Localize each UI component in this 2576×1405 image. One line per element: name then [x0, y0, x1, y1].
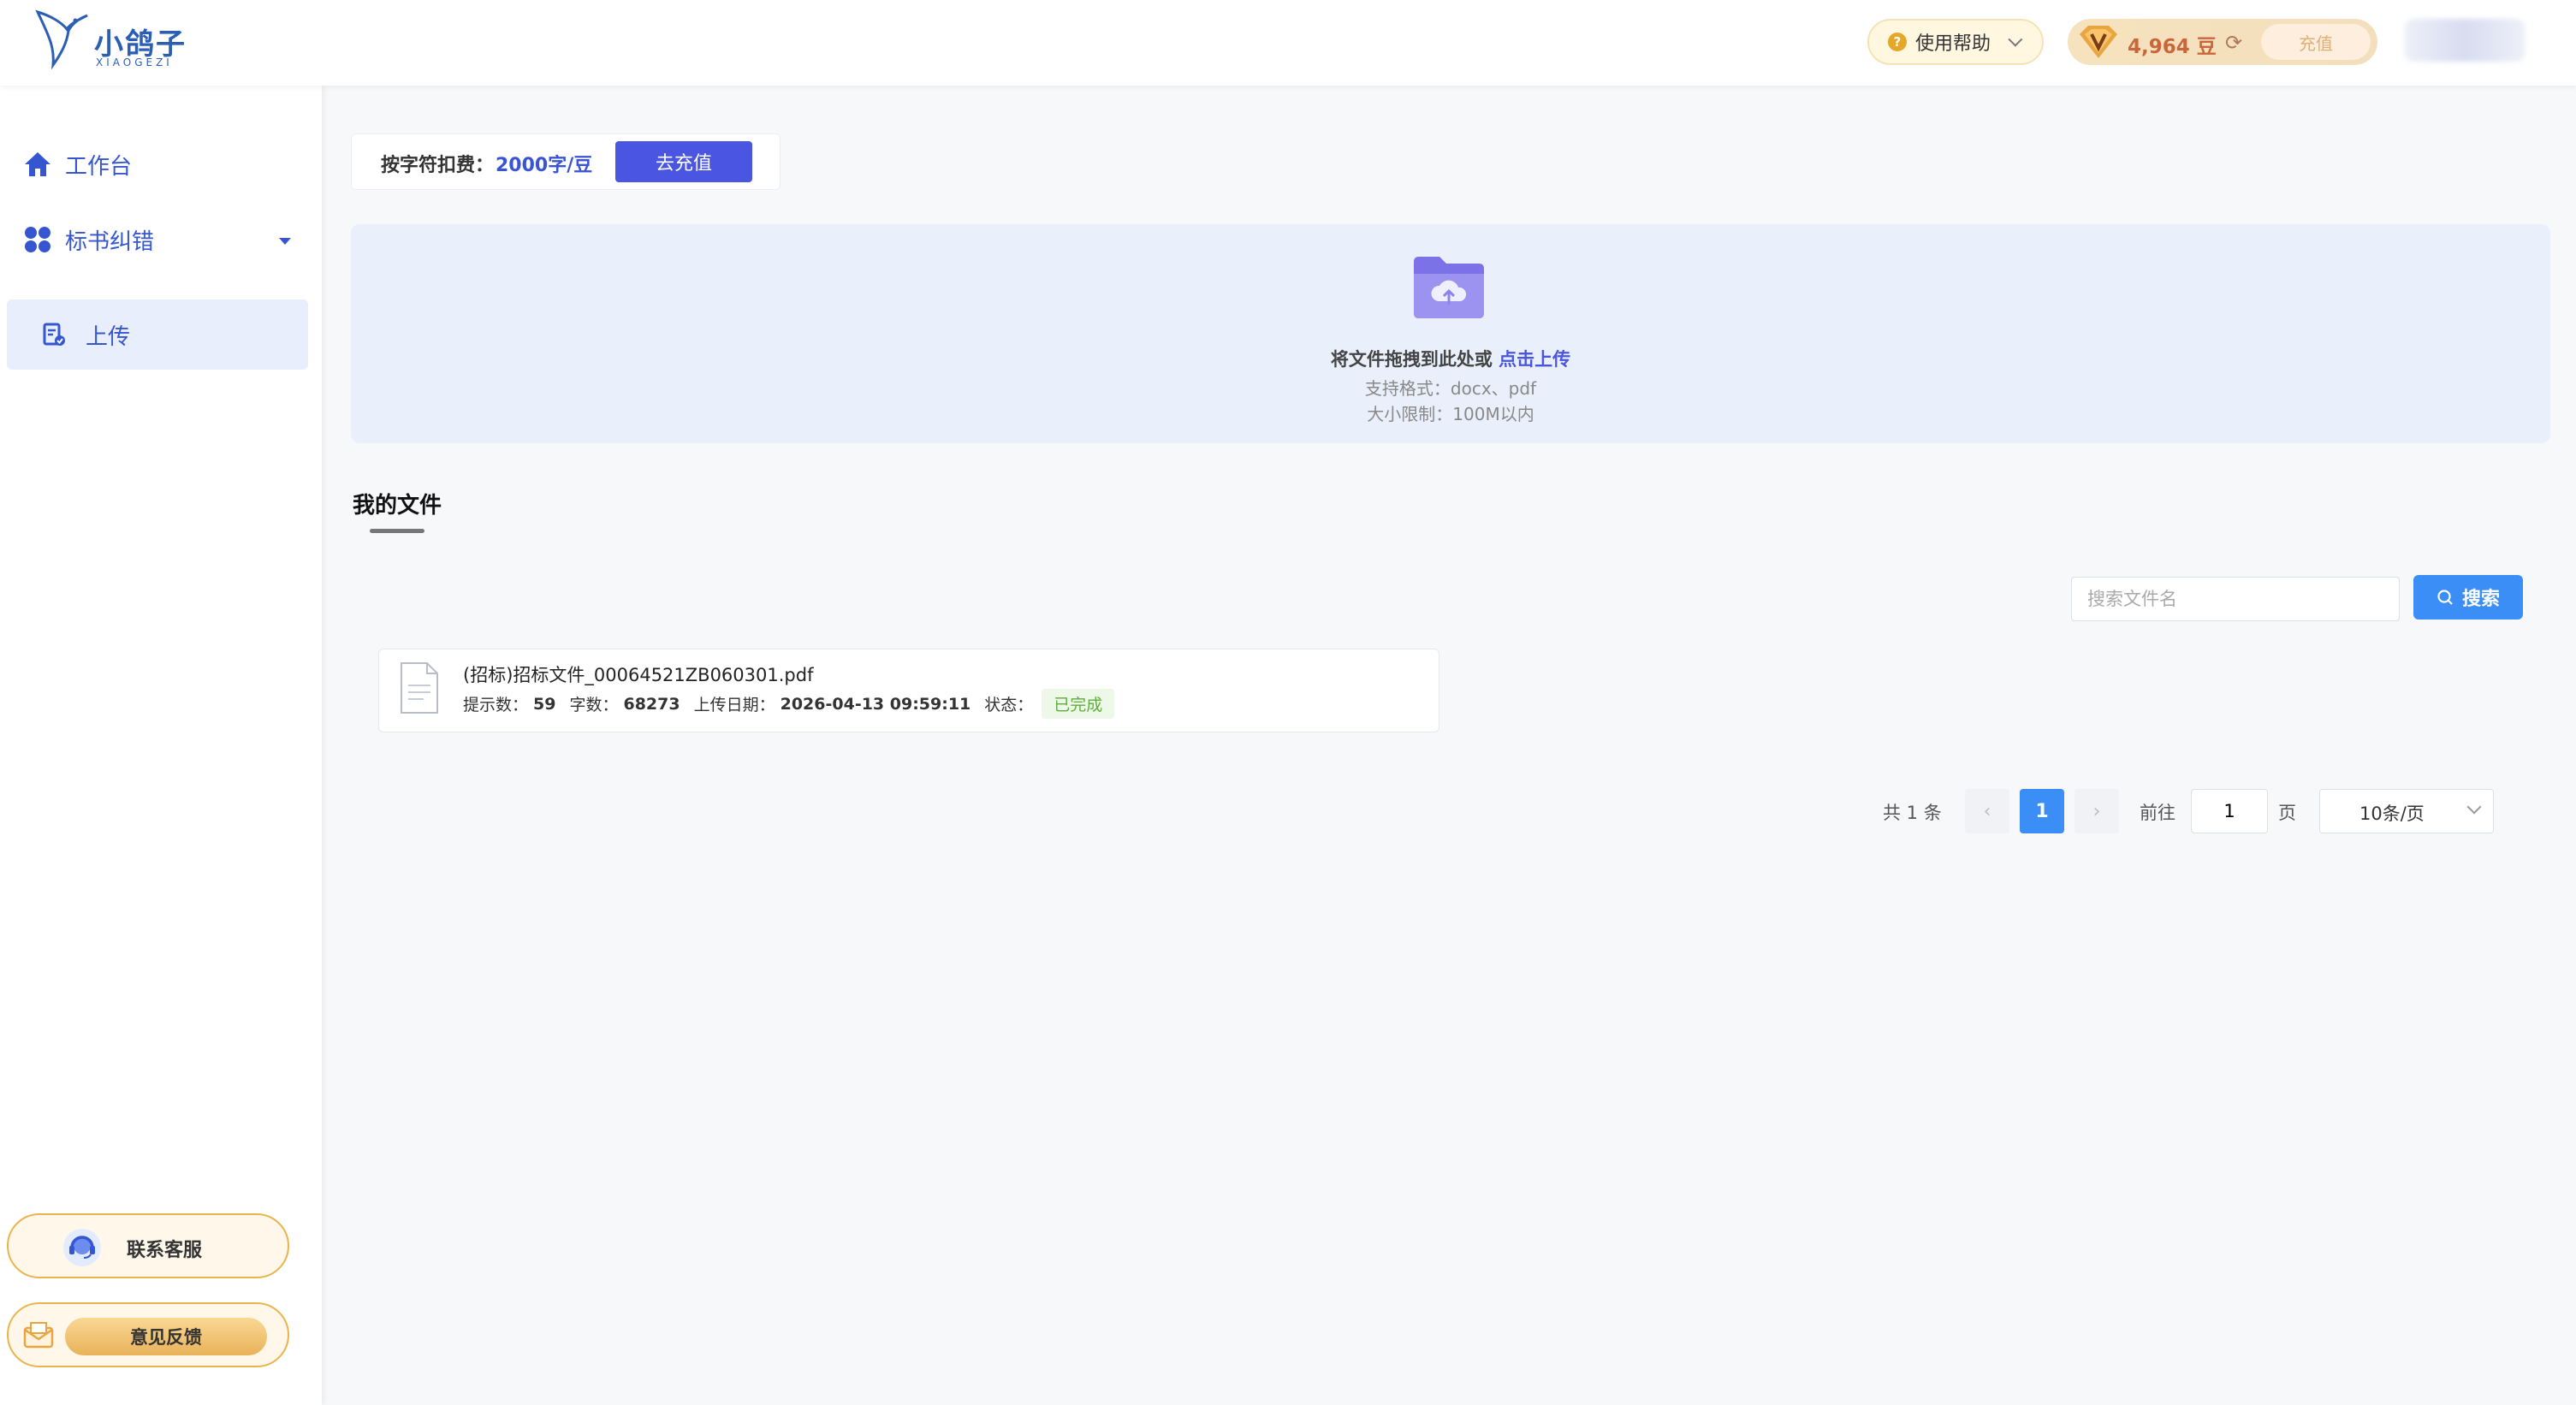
- sidebar-item-label: 上传: [86, 323, 131, 350]
- file-name[interactable]: (招标)招标文件_00064521ZB060301.pdf: [463, 661, 813, 687]
- upload-prompt: 将文件拖拽到此处或 点击上传: [351, 346, 2550, 371]
- sidebar-item-label: 标书纠错: [65, 228, 155, 255]
- file-meta: 提示数： 59 字数： 68273 上传日期： 2026-04-13 09:59…: [463, 689, 1115, 719]
- sidebar: 工作台 标书纠错 上传 联系客服 意见反馈: [0, 86, 322, 1405]
- page-size-value: 10条/页: [2359, 803, 2425, 824]
- support-label: 联系客服: [127, 1240, 203, 1261]
- vip-diamond-icon: [2080, 26, 2117, 58]
- upload-folder-icon: [1414, 257, 1484, 318]
- home-icon: [22, 149, 53, 180]
- help-label: 使用帮助: [1915, 33, 1991, 55]
- question-icon: ?: [1888, 33, 1907, 51]
- go-recharge-button[interactable]: 去充值: [615, 141, 752, 182]
- headset-icon: [63, 1229, 101, 1266]
- upload-doc-icon: [43, 323, 65, 346]
- page-unit-label: 页: [2278, 803, 2296, 823]
- page-size-select[interactable]: 10条/页: [2319, 789, 2494, 833]
- pricing-value: 2000字/豆: [496, 155, 593, 176]
- bean-balance: 4,964 豆 ⟳ 充值: [2068, 19, 2377, 65]
- brand-subtitle: XIAOGEZI: [96, 56, 173, 68]
- document-icon: [401, 662, 438, 714]
- hints-label: 提示数：: [463, 696, 529, 714]
- sidebar-item-upload[interactable]: 上传: [7, 299, 308, 370]
- chevron-down-icon: [2008, 32, 2023, 47]
- search-icon: [2437, 590, 2453, 605]
- size-limit: 大小限制：100M以内: [1367, 404, 1534, 424]
- supported-formats: 支持格式：docx、pdf: [1364, 378, 1537, 399]
- click-upload-link[interactable]: 点击上传: [1499, 349, 1570, 370]
- total-count: 共 1 条: [1883, 803, 1942, 823]
- file-list-item[interactable]: (招标)招标文件_00064521ZB060301.pdf 提示数： 59 字数…: [378, 649, 1439, 732]
- page-jump-input[interactable]: [2191, 789, 2268, 833]
- word-count: 68273: [623, 694, 680, 714]
- words-label: 字数：: [569, 696, 619, 714]
- my-files-title: 我的文件: [353, 493, 442, 519]
- top-header: 小鸽子 XIAOGEZI ? 使用帮助 4,964 豆 ⟳ 充值: [0, 0, 2576, 86]
- pagination: 共 1 条 ‹ 1 › 前往 页 10条/页: [1883, 789, 2499, 833]
- search-input[interactable]: [2071, 577, 2400, 621]
- app-root: 小鸽子 XIAOGEZI ? 使用帮助 4,964 豆 ⟳ 充值 工作台 标书纠…: [0, 0, 2576, 1405]
- hints-count: 59: [533, 694, 556, 714]
- status-badge: 已完成: [1042, 689, 1115, 719]
- sidebar-item-upload-content: 上传: [41, 299, 130, 370]
- contact-support-button[interactable]: 联系客服: [7, 1213, 289, 1278]
- sidebar-item-bid-correction[interactable]: 标书纠错: [22, 214, 154, 265]
- recharge-button[interactable]: 充值: [2261, 24, 2371, 60]
- caret-down-icon[interactable]: [279, 238, 291, 245]
- upload-dropzone[interactable]: 将文件拖拽到此处或 点击上传 支持格式：docx、pdf 大小限制：100M以内: [351, 224, 2550, 443]
- pricing-card: 按字符扣费： 2000字/豆 去充值: [351, 133, 781, 190]
- search-button-label: 搜索: [2461, 589, 2500, 610]
- refresh-icon[interactable]: ⟳: [2225, 31, 2242, 55]
- chevron-down-icon: [2466, 799, 2482, 815]
- search-button[interactable]: 搜索: [2413, 575, 2523, 620]
- upload-prompt-text: 将文件拖拽到此处或: [1330, 349, 1493, 370]
- feedback-button[interactable]: 意见反馈: [7, 1302, 289, 1367]
- prev-page-button[interactable]: ‹: [1965, 789, 2009, 833]
- help-dropdown[interactable]: ? 使用帮助: [1867, 19, 2044, 65]
- pigeon-logo-icon: [35, 9, 88, 70]
- page-number-current[interactable]: 1: [2020, 789, 2064, 833]
- title-underline: [370, 529, 424, 533]
- date-label: 上传日期：: [693, 696, 775, 714]
- status-label: 状态：: [984, 696, 1034, 714]
- feedback-label: 意见反馈: [65, 1318, 267, 1355]
- next-page-button[interactable]: ›: [2074, 789, 2119, 833]
- bean-count: 4,964 豆: [2128, 36, 2217, 58]
- upload-date: 2026-04-13 09:59:11: [780, 694, 971, 714]
- user-avatar[interactable]: [2405, 19, 2525, 62]
- goto-label: 前往: [2140, 803, 2175, 823]
- brand-logo[interactable]: 小鸽子 XIAOGEZI: [33, 9, 195, 70]
- envelope-icon: [23, 1322, 54, 1349]
- pricing-label: 按字符扣费：: [381, 155, 495, 176]
- sidebar-item-label: 工作台: [65, 153, 133, 180]
- grid-icon: [22, 224, 53, 255]
- sidebar-item-workbench[interactable]: 工作台: [22, 139, 132, 190]
